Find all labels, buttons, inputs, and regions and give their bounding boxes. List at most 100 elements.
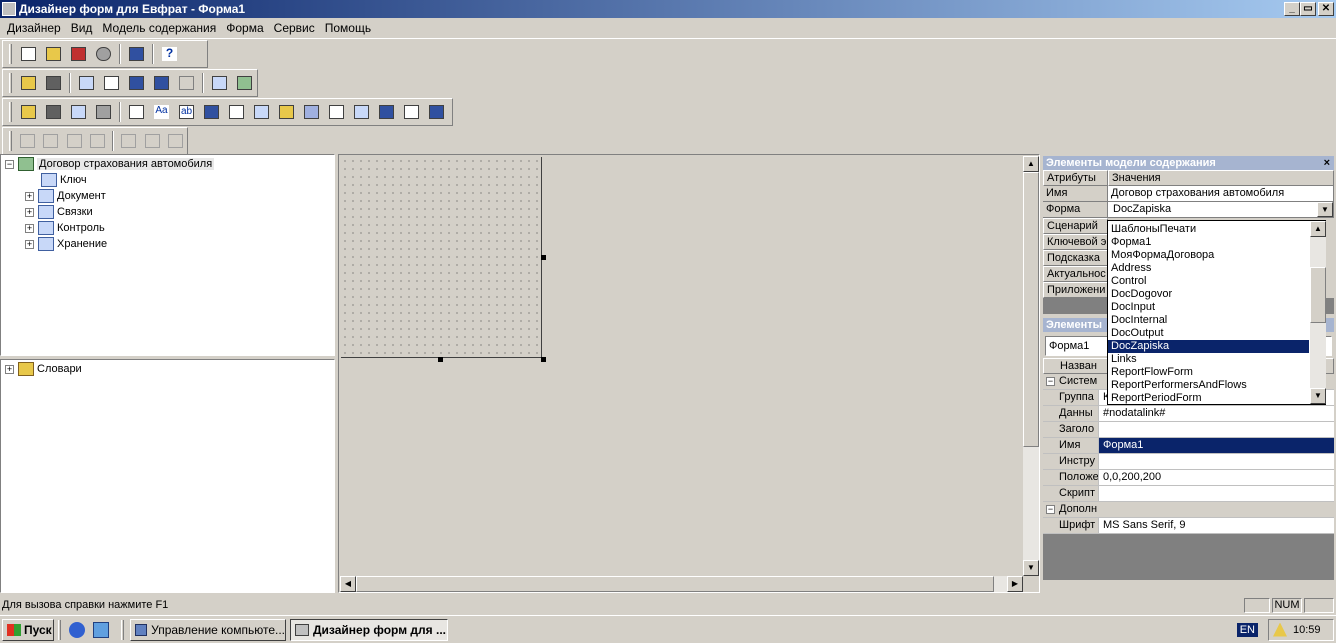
expand-icon[interactable]: + xyxy=(5,364,14,374)
dropdown-option[interactable]: DocInternal xyxy=(1108,314,1309,327)
expand-icon[interactable]: + xyxy=(25,207,34,217)
prop-value[interactable]: 0,0,200,200 xyxy=(1099,470,1334,485)
attr-value[interactable]: Договор страхования автомобиля xyxy=(1108,186,1334,202)
collapse-icon[interactable]: − xyxy=(1046,377,1055,386)
prop-value-selected[interactable]: Форма1 xyxy=(1099,438,1334,453)
scroll-up-icon[interactable]: ▲ xyxy=(1023,156,1039,172)
task-computer-management[interactable]: Управление компьюте... xyxy=(130,618,286,641)
dropdown-option[interactable]: DocInput xyxy=(1108,301,1309,314)
save-model-icon[interactable] xyxy=(43,72,65,94)
image-icon[interactable] xyxy=(276,101,298,123)
task-form-designer[interactable]: Дизайнер форм для ... xyxy=(290,618,448,641)
checkbox-icon[interactable] xyxy=(226,101,248,123)
add-node-icon[interactable] xyxy=(151,72,173,94)
align-center-icon[interactable] xyxy=(41,130,61,152)
frame-icon[interactable] xyxy=(251,101,273,123)
save-form-icon[interactable] xyxy=(68,43,90,65)
dropdown-option[interactable]: ШаблоныПечати xyxy=(1108,223,1309,236)
minimize-button[interactable]: _ xyxy=(1284,2,1300,16)
scroll-down-icon[interactable]: ▼ xyxy=(1023,560,1039,576)
tree-item-document[interactable]: + Документ xyxy=(25,188,106,204)
scroll-up-icon[interactable]: ▲ xyxy=(1310,221,1326,237)
scroll-thumb[interactable] xyxy=(1310,267,1326,323)
align-right-icon[interactable] xyxy=(64,130,84,152)
form-select[interactable]: DocZapiska ▼ xyxy=(1108,202,1334,218)
window-icon[interactable] xyxy=(126,72,148,94)
link-icon[interactable] xyxy=(234,72,256,94)
prop-row[interactable]: Заголо xyxy=(1043,422,1334,438)
expand-icon[interactable]: + xyxy=(25,239,34,249)
form-canvas[interactable] xyxy=(341,157,542,358)
dropdown-option[interactable]: ReportPerformersAndFlows xyxy=(1108,379,1309,392)
scroll-thumb[interactable] xyxy=(356,576,994,592)
tree-icon[interactable] xyxy=(351,101,373,123)
tree-item-storage[interactable]: + Хранение xyxy=(25,236,107,252)
menu-designer[interactable]: Дизайнер xyxy=(2,21,66,35)
prop-row[interactable]: Инстру xyxy=(1043,454,1334,470)
collapse-icon[interactable]: − xyxy=(5,159,14,169)
dropdown-option[interactable]: Форма1 xyxy=(1108,236,1309,249)
menu-form[interactable]: Форма xyxy=(221,21,268,35)
node-icon[interactable] xyxy=(76,72,98,94)
prop-row-font[interactable]: Шрифт MS Sans Serif, 9 xyxy=(1043,518,1334,534)
scroll-right-icon[interactable]: ▶ xyxy=(1007,576,1023,592)
start-button[interactable]: Пуск xyxy=(2,618,54,641)
form-dropdown-list[interactable]: ШаблоныПечати Форма1 МояФормаДоговора Ad… xyxy=(1107,220,1326,405)
resize-handle[interactable] xyxy=(438,357,443,362)
dropdown-option[interactable]: Address xyxy=(1108,262,1309,275)
form-edit-icon[interactable] xyxy=(93,101,115,123)
menu-help[interactable]: Помощь xyxy=(320,21,376,35)
dropdown-option[interactable]: Control xyxy=(1108,275,1309,288)
vertical-scrollbar[interactable]: ▲ ▼ xyxy=(1023,156,1039,576)
dropdown-option[interactable]: ReportPeriodForm xyxy=(1108,392,1309,404)
maximize-button[interactable]: ▭ xyxy=(1300,2,1316,16)
same-width-icon[interactable] xyxy=(142,130,162,152)
new-icon[interactable] xyxy=(18,43,40,65)
language-indicator[interactable]: EN xyxy=(1236,622,1258,637)
open-icon[interactable] xyxy=(43,43,65,65)
open-model-icon[interactable] xyxy=(18,72,40,94)
prop-value[interactable]: #nodatalink# xyxy=(1099,406,1334,421)
chevron-down-icon[interactable]: ▼ xyxy=(1317,202,1333,217)
align-left-icon[interactable] xyxy=(17,130,37,152)
tree-item-links[interactable]: + Связки xyxy=(25,204,93,220)
form-settings-icon[interactable] xyxy=(68,101,90,123)
attr-row-name[interactable]: Имя Договор страхования автомобиля xyxy=(1043,186,1334,202)
dropdown-option[interactable]: ReportFlowForm xyxy=(1108,366,1309,379)
warning-icon[interactable] xyxy=(1273,622,1287,637)
dropdown-option[interactable]: Links xyxy=(1108,353,1309,366)
expand-icon[interactable]: + xyxy=(25,223,34,233)
scroll-thumb[interactable] xyxy=(1023,172,1039,447)
dropdown-option-selected[interactable]: DocZapiska xyxy=(1108,340,1309,353)
list-icon[interactable] xyxy=(101,72,123,94)
pointer-icon[interactable] xyxy=(126,101,148,123)
combobox-icon[interactable] xyxy=(426,101,448,123)
scroll-down-icon[interactable]: ▼ xyxy=(1310,388,1326,404)
tabs-icon[interactable] xyxy=(376,101,398,123)
undo-icon[interactable] xyxy=(93,43,115,65)
menu-service[interactable]: Сервис xyxy=(269,21,320,35)
group-extra[interactable]: − Дополн xyxy=(1043,502,1334,518)
tree-item-control[interactable]: + Контроль xyxy=(25,220,105,236)
properties-icon[interactable] xyxy=(209,72,231,94)
align-justify-icon[interactable] xyxy=(87,130,107,152)
resize-handle[interactable] xyxy=(541,255,546,260)
dropdown-option[interactable]: МояФормаДоговора xyxy=(1108,249,1309,262)
panel-icon[interactable] xyxy=(201,101,223,123)
menu-content-model[interactable]: Модель содержания xyxy=(97,21,221,35)
dropdown-option[interactable]: DocDogovor xyxy=(1108,288,1309,301)
tree-root[interactable]: − Договор страхования автомобиля xyxy=(5,156,215,172)
dropdown-scrollbar[interactable]: ▲ ▼ xyxy=(1310,221,1326,404)
same-size-icon[interactable] xyxy=(165,130,185,152)
label-icon[interactable]: Aa xyxy=(151,101,173,123)
desktop-icon[interactable] xyxy=(93,621,109,638)
grid-icon[interactable] xyxy=(301,101,323,123)
help-icon[interactable]: ? xyxy=(159,43,181,65)
close-button[interactable]: ✕ xyxy=(1318,2,1334,16)
tree-item-dictionaries[interactable]: + Словари xyxy=(5,361,82,377)
menu-view[interactable]: Вид xyxy=(66,21,98,35)
panel-close-icon[interactable]: × xyxy=(1324,156,1334,170)
open-form-icon[interactable] xyxy=(18,101,40,123)
save-form-icon[interactable] xyxy=(43,101,65,123)
prop-row[interactable]: Данны #nodatalink# xyxy=(1043,406,1334,422)
